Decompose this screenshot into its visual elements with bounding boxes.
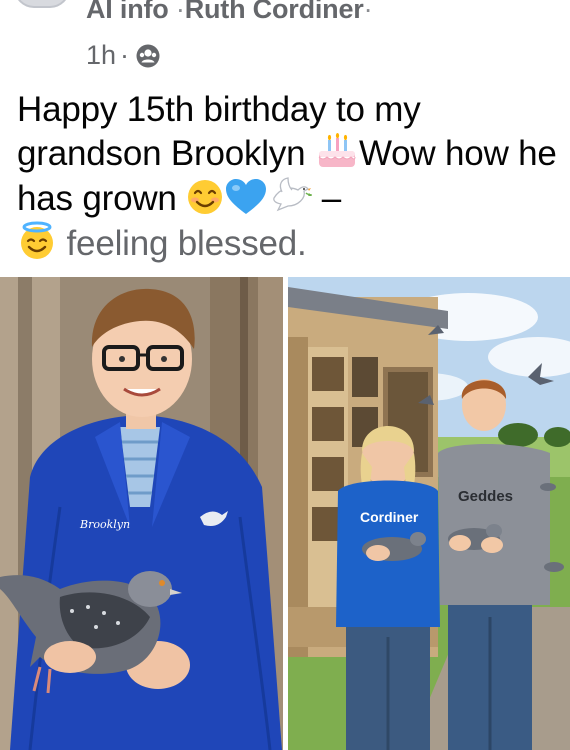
feeling-activity-text[interactable]: feeling blessed. [67,224,307,263]
separator-dot: · [363,0,373,24]
post-author-line: AI info ·Ruth Cordiner· [86,0,373,25]
smiling-face-icon [188,180,223,214]
dove-icon [273,177,313,212]
post-header: AI info ·Ruth Cordiner· 1h · [0,0,570,80]
photo-grid: Brooklyn Cordiner Geddes [0,277,570,750]
separator-dot: · [175,0,185,24]
jacket-name-text: Brooklyn [79,518,130,531]
post-message: Happy 15th birthday to my grandson Brook… [17,88,557,266]
group-privacy-icon[interactable] [135,43,161,69]
photo-family-with-pigeons[interactable]: Cordiner Geddes [288,277,570,750]
woman-shirt-text: Cordiner [360,509,419,525]
post-text-part: – [312,179,342,218]
avatar[interactable] [14,0,70,8]
boy-shirt-text: Geddes [458,488,513,505]
birthday-cake-icon [318,133,356,167]
author-name-link[interactable]: Ruth Cordiner [185,0,364,24]
smiling-face-with-halo-icon [21,221,53,259]
group-name-link[interactable]: AI info [86,0,169,24]
photo-boy-with-pigeon[interactable]: Brooklyn [0,277,283,750]
timestamp-link[interactable]: 1h [86,40,116,71]
post-meta-line: 1h · [86,40,161,71]
blue-heart-icon [226,179,267,214]
separator-dot: · [120,40,130,70]
